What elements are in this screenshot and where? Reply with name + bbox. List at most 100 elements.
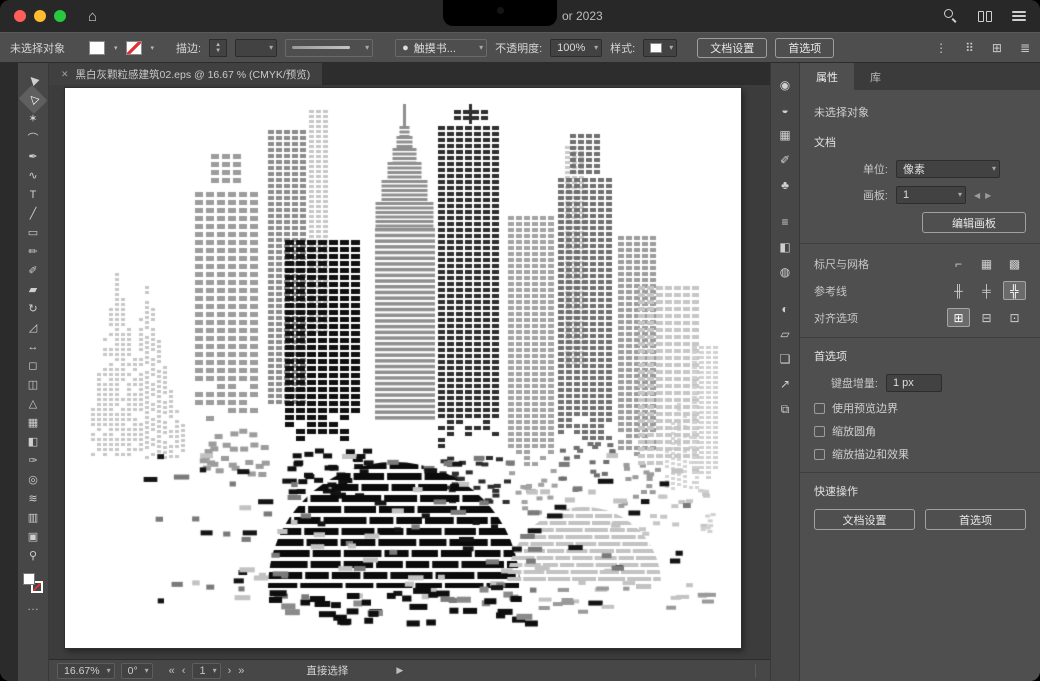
opacity-dropdown[interactable]: 100% <box>550 39 602 57</box>
perspective-grid-tool[interactable]: △ <box>22 394 44 413</box>
close-window-button[interactable] <box>14 10 26 22</box>
eraser-tool[interactable]: ▰ <box>22 280 44 299</box>
stroke-weight-stepper[interactable]: ▲▼ <box>209 39 227 57</box>
fill-color-indicator[interactable] <box>23 573 35 585</box>
panel-menu-icon[interactable]: ⋮ <box>935 41 947 55</box>
use-preview-bounds-checkbox[interactable] <box>814 403 825 414</box>
style-dropdown[interactable] <box>643 39 677 57</box>
document-tab[interactable]: ✕ 黑白灰颗粒感建筑02.eps @ 16.67 % (CMYK/预览) <box>49 63 322 85</box>
paintbrush-tool[interactable]: ✏ <box>22 242 44 261</box>
layout-icon[interactable] <box>978 11 992 22</box>
workspace-switcher-icon[interactable]: ≣ <box>1020 41 1030 55</box>
smart-guides-icon[interactable]: ╬ <box>1003 281 1026 300</box>
tab-libraries[interactable]: 库 <box>854 63 897 90</box>
stroke-weight-dropdown[interactable] <box>235 39 277 57</box>
appearance-panel-icon[interactable]: ◐ <box>774 299 796 319</box>
asset-export-panel-icon[interactable]: ↗ <box>774 374 796 394</box>
snap-pixel-icon[interactable]: ⊞ <box>947 308 970 327</box>
artboard-dropdown[interactable]: 1 <box>896 186 966 204</box>
brush-dropdown[interactable]: ● 触摸书... <box>395 39 487 57</box>
lasso-tool[interactable]: ⌒ <box>22 128 44 147</box>
artboard-tool[interactable]: ▣ <box>22 527 44 546</box>
transparency-grid-icon[interactable]: ▩ <box>1003 254 1026 273</box>
status-expand-icon[interactable]: ▶ <box>396 665 403 676</box>
home-icon[interactable]: ⌂ <box>88 8 97 25</box>
artwork-canvas[interactable] <box>65 88 741 648</box>
artboard-number-dropdown[interactable]: 1 <box>192 663 220 679</box>
column-graph-tool[interactable]: ▥ <box>22 508 44 527</box>
keyboard-increment-input[interactable]: 1 px <box>886 374 942 392</box>
color-guide-panel-icon[interactable]: ◒ <box>774 100 796 120</box>
shaper-tool[interactable]: ✐ <box>22 261 44 280</box>
edit-artboards-button[interactable]: 编辑画板 <box>922 212 1026 233</box>
rotate-tool[interactable]: ↻ <box>22 299 44 318</box>
rotation-dropdown[interactable]: 0° <box>121 663 153 679</box>
rulers-grids-label: 标尺与网格 <box>814 256 942 272</box>
brushes-panel-icon[interactable]: ✐ <box>774 150 796 170</box>
libraries-panel-icon[interactable]: ⧉ <box>774 399 796 419</box>
edit-toolbar-button[interactable]: … <box>27 599 39 613</box>
gradient-tool[interactable]: ◧ <box>22 432 44 451</box>
eyedropper-tool[interactable]: ✑ <box>22 451 44 470</box>
zoom-tool[interactable]: ⚲ <box>22 546 44 565</box>
blend-tool[interactable]: ◎ <box>22 470 44 489</box>
tab-properties[interactable]: 属性 <box>800 63 854 90</box>
type-tool[interactable]: T <box>22 185 44 204</box>
quick-document-setup-button[interactable]: 文档设置 <box>814 509 915 530</box>
stroke-profile-dropdown[interactable] <box>285 39 373 57</box>
grid-icon[interactable]: ▦ <box>975 254 998 273</box>
swatches-panel-icon[interactable]: ▦ <box>774 125 796 145</box>
search-icon[interactable] <box>944 9 958 23</box>
shape-builder-tool[interactable]: ◫ <box>22 375 44 394</box>
guides-icon[interactable]: ╫ <box>947 281 970 300</box>
touch-workspace-icon[interactable]: ⠿ <box>965 41 974 55</box>
lock-guides-icon[interactable]: ╪ <box>975 281 998 300</box>
scale-strokes-effects-checkbox[interactable] <box>814 449 825 460</box>
curvature-tool[interactable]: ∿ <box>22 166 44 185</box>
minimize-window-button[interactable] <box>34 10 46 22</box>
prev-artboard-icon[interactable]: ‹ <box>182 665 186 677</box>
maximize-window-button[interactable] <box>54 10 66 22</box>
ruler-icon[interactable]: ⌐ <box>947 254 970 273</box>
layers-panel-icon[interactable]: ❏ <box>774 349 796 369</box>
keyboard-increment-label: 键盘增量: <box>814 375 878 391</box>
last-artboard-icon[interactable]: » <box>238 665 244 677</box>
next-artboard-icon[interactable]: › <box>228 665 232 677</box>
zoom-level-dropdown[interactable]: 16.67% <box>57 663 115 679</box>
snap-point-icon[interactable]: ⊡ <box>1003 308 1026 327</box>
prev-artboard-button[interactable]: ◀ <box>974 191 985 200</box>
snap-grid-icon[interactable]: ⊟ <box>975 308 998 327</box>
preferences-button[interactable]: 首选项 <box>775 38 834 58</box>
gradient-panel-icon[interactable]: ◧ <box>774 237 796 257</box>
pen-tool[interactable]: ✒ <box>22 147 44 166</box>
units-dropdown[interactable]: 像素 <box>896 160 1000 178</box>
document-setup-button[interactable]: 文档设置 <box>697 38 767 58</box>
artboard[interactable] <box>65 88 741 648</box>
stroke-panel-icon[interactable]: ≡ <box>774 212 796 232</box>
scale-strokes-effects-label: 缩放描边和效果 <box>832 446 909 462</box>
status-bar: 16.67% 0° « ‹ 1 › » 直接选择 ▶ <box>49 659 770 681</box>
scale-tool[interactable]: ◿ <box>22 318 44 337</box>
fill-stroke-indicator[interactable] <box>23 573 43 593</box>
mesh-tool[interactable]: ▦ <box>22 413 44 432</box>
color-panel-icon[interactable]: ◉ <box>774 75 796 95</box>
fill-swatch[interactable] <box>89 41 105 55</box>
first-artboard-icon[interactable]: « <box>169 665 175 677</box>
menu-icon[interactable] <box>1012 11 1026 21</box>
tab-close-icon[interactable]: ✕ <box>61 69 69 80</box>
quick-preferences-button[interactable]: 首选项 <box>925 509 1026 530</box>
scale-corners-checkbox[interactable] <box>814 426 825 437</box>
next-artboard-button[interactable]: ▶ <box>985 191 996 200</box>
brush-name: 触摸书... <box>414 40 456 56</box>
arrange-documents-icon[interactable]: ⊞ <box>992 41 1002 55</box>
transparency-panel-icon[interactable]: ◍ <box>774 262 796 282</box>
graphic-styles-panel-icon[interactable]: ▱ <box>774 324 796 344</box>
width-tool[interactable]: ↔ <box>22 337 44 356</box>
free-transform-tool[interactable]: ◻ <box>22 356 44 375</box>
line-segment-tool[interactable]: ╱ <box>22 204 44 223</box>
symbol-sprayer-tool[interactable]: ≋ <box>22 489 44 508</box>
canvas-area[interactable] <box>49 85 770 659</box>
stroke-swatch[interactable] <box>126 41 142 55</box>
symbols-panel-icon[interactable]: ♣ <box>774 175 796 195</box>
rectangle-tool[interactable]: ▭ <box>22 223 44 242</box>
